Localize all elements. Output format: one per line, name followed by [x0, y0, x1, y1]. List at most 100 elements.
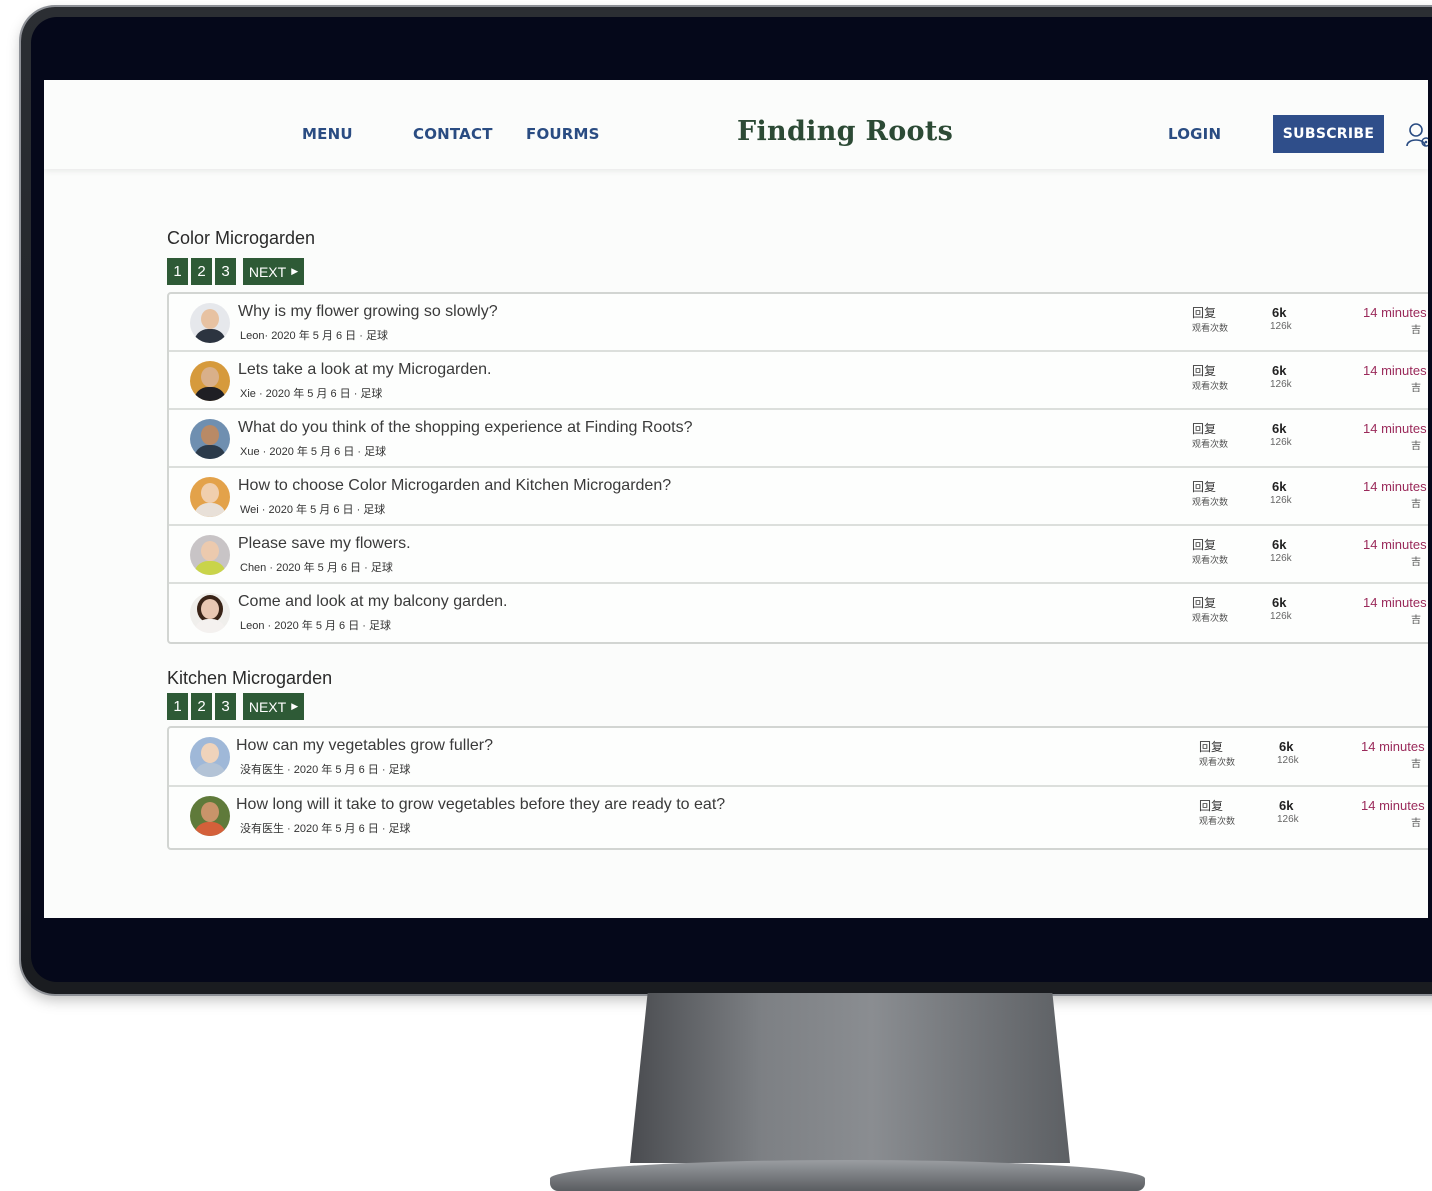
nav-contact-link[interactable]: CONTACT: [413, 125, 493, 143]
screen: MENU CONTACT FOURMS Finding Roots LOGIN …: [44, 80, 1428, 918]
site-brand[interactable]: Finding Roots: [737, 116, 953, 147]
last-activity-time: 14 minutes: [1363, 537, 1427, 552]
page-2-button[interactable]: 2: [191, 258, 212, 285]
replies-count: 6k: [1272, 363, 1287, 378]
topic-title[interactable]: Lets take a look at my Microgarden.: [238, 361, 491, 379]
views-count: 126k: [1277, 814, 1299, 825]
avatar: [190, 419, 230, 459]
page-1-button[interactable]: 1: [167, 693, 188, 720]
monitor-stand-neck: [630, 993, 1070, 1163]
topic-row[interactable]: How can my vegetables grow fuller? 没有医生 …: [169, 728, 1428, 787]
views-count: 126k: [1270, 495, 1292, 506]
last-activity-user: 吉: [1411, 441, 1421, 452]
topic-title[interactable]: How can my vegetables grow fuller?: [236, 737, 493, 755]
next-label: NEXT: [248, 698, 287, 715]
views-label: 观看次数: [1199, 816, 1236, 826]
topic-row[interactable]: Come and look at my balcony garden. Leon…: [169, 584, 1428, 642]
play-arrow-icon: ▶: [291, 266, 299, 276]
last-activity-user: 吉: [1411, 383, 1421, 394]
section-title-kitchen-microgarden: Kitchen Microgarden: [167, 668, 333, 688]
topic-list-color-microgarden: Why is my flower growing so slowly? Leon…: [167, 292, 1428, 644]
avatar: [190, 535, 230, 575]
subscribe-button[interactable]: SUBSCRIBE: [1273, 115, 1384, 153]
topic-title[interactable]: How long will it take to grow vegetables…: [236, 796, 725, 814]
topic-title[interactable]: How to choose Color Microgarden and Kitc…: [238, 477, 671, 495]
last-activity-user: 吉: [1411, 557, 1421, 568]
replies-label: 回复: [1192, 364, 1217, 378]
topic-list-kitchen-microgarden: How can my vegetables grow fuller? 没有医生 …: [167, 726, 1428, 850]
views-label: 观看次数: [1192, 613, 1229, 623]
login-link[interactable]: LOGIN: [1168, 125, 1221, 143]
views-count: 126k: [1270, 553, 1292, 564]
topic-meta: Xue · 2020 年 5 月 6 日 · 足球: [240, 446, 387, 458]
next-label: NEXT: [248, 263, 287, 280]
replies-label: 回复: [1199, 799, 1224, 813]
replies-count: 6k: [1272, 537, 1287, 552]
monitor-stand-base: [550, 1160, 1145, 1191]
replies-count: 6k: [1272, 479, 1287, 494]
views-label: 观看次数: [1192, 497, 1229, 507]
avatar: [190, 593, 230, 633]
views-label: 观看次数: [1192, 323, 1229, 333]
topic-row[interactable]: Why is my flower growing so slowly? Leon…: [169, 294, 1428, 352]
replies-count: 6k: [1272, 595, 1287, 610]
replies-label: 回复: [1192, 306, 1217, 320]
page-3-button[interactable]: 3: [215, 258, 236, 285]
replies-count: 6k: [1272, 421, 1287, 436]
views-count: 126k: [1277, 755, 1299, 766]
views-count: 126k: [1270, 379, 1292, 390]
topic-meta: Chen · 2020 年 5 月 6 日 · 足球: [240, 562, 393, 574]
topic-row[interactable]: Please save my flowers. Chen · 2020 年 5 …: [169, 526, 1428, 584]
last-activity-time: 14 minutes: [1363, 595, 1427, 610]
replies-label: 回复: [1192, 538, 1217, 552]
last-activity-user: 吉: [1411, 499, 1421, 510]
views-count: 126k: [1270, 437, 1292, 448]
pagination-color-microgarden: 1 2 3 NEXT ▶: [167, 258, 304, 285]
section-title-color-microgarden: Color Microgarden: [167, 228, 316, 248]
last-activity-user: 吉: [1411, 759, 1421, 770]
last-activity-user: 吉: [1411, 615, 1421, 626]
topic-meta: 没有医生 · 2020 年 5 月 6 日 · 足球: [240, 764, 411, 776]
last-activity-time: 14 minutes: [1361, 739, 1425, 754]
avatar: [190, 737, 230, 777]
avatar: [190, 796, 230, 836]
last-activity-time: 14 minutes: [1363, 363, 1427, 378]
page-2-button[interactable]: 2: [191, 693, 212, 720]
topic-title[interactable]: Why is my flower growing so slowly?: [238, 303, 498, 321]
play-arrow-icon: ▶: [291, 701, 299, 711]
replies-label: 回复: [1192, 422, 1217, 436]
site-header: MENU CONTACT FOURMS Finding Roots LOGIN …: [44, 80, 1428, 169]
topic-title[interactable]: Come and look at my balcony garden.: [238, 593, 507, 611]
topic-row[interactable]: How to choose Color Microgarden and Kitc…: [169, 468, 1428, 526]
views-label: 观看次数: [1192, 555, 1229, 565]
next-page-button[interactable]: NEXT ▶: [243, 693, 304, 720]
pagination-kitchen-microgarden: 1 2 3 NEXT ▶: [167, 693, 304, 720]
topic-row[interactable]: How long will it take to grow vegetables…: [169, 787, 1428, 848]
topic-title[interactable]: What do you think of the shopping experi…: [238, 419, 693, 437]
nav-forums-link[interactable]: FOURMS: [526, 125, 600, 143]
topic-meta: Leon· 2020 年 5 月 6 日 · 足球: [240, 330, 388, 342]
replies-label: 回复: [1199, 740, 1224, 754]
last-activity-user: 吉: [1411, 818, 1421, 829]
nav-menu-link[interactable]: MENU: [302, 125, 353, 143]
last-activity-time: 14 minutes: [1361, 798, 1425, 813]
replies-label: 回复: [1192, 480, 1217, 494]
topic-row[interactable]: Lets take a look at my Microgarden. Xie …: [169, 352, 1428, 410]
views-label: 观看次数: [1192, 381, 1229, 391]
user-settings-icon[interactable]: [1406, 122, 1428, 148]
replies-count: 6k: [1279, 739, 1294, 754]
page-3-button[interactable]: 3: [215, 693, 236, 720]
topic-meta: Xie · 2020 年 5 月 6 日 · 足球: [240, 388, 383, 400]
views-label: 观看次数: [1199, 757, 1236, 767]
views-label: 观看次数: [1192, 439, 1229, 449]
topic-title[interactable]: Please save my flowers.: [238, 535, 411, 553]
topic-meta: Leon · 2020 年 5 月 6 日 · 足球: [240, 620, 392, 632]
topic-meta: 没有医生 · 2020 年 5 月 6 日 · 足球: [240, 823, 411, 835]
topic-row[interactable]: What do you think of the shopping experi…: [169, 410, 1428, 468]
views-count: 126k: [1270, 611, 1292, 622]
avatar: [190, 361, 230, 401]
next-page-button[interactable]: NEXT ▶: [243, 258, 304, 285]
last-activity-time: 14 minutes: [1363, 421, 1427, 436]
page-1-button[interactable]: 1: [167, 258, 188, 285]
views-count: 126k: [1270, 321, 1292, 332]
